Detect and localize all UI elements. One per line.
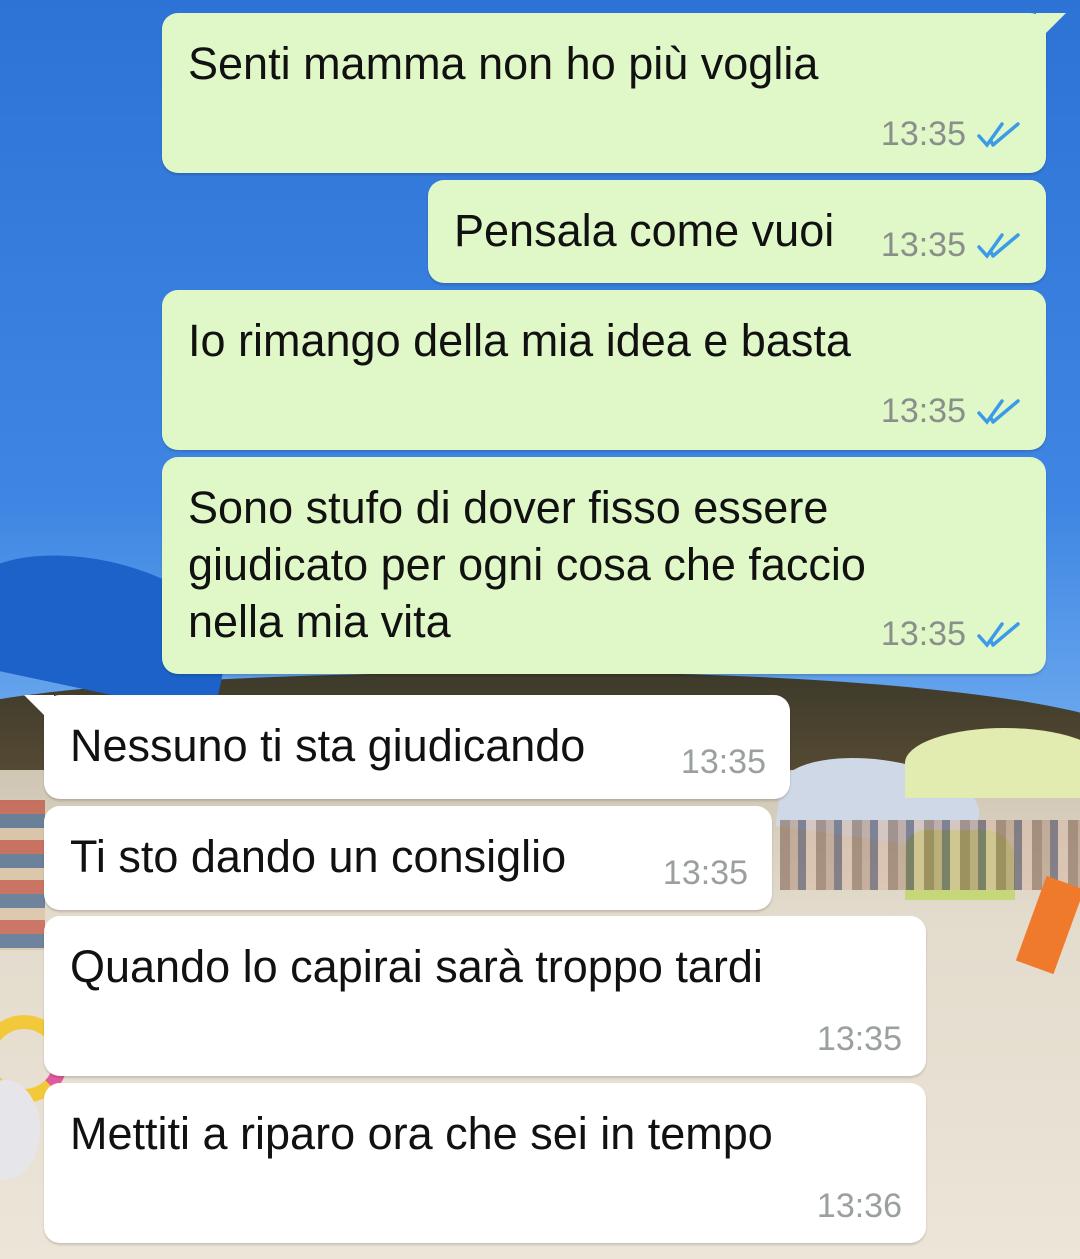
message-meta: 13:35 <box>881 115 1022 154</box>
message-time: 13:35 <box>880 226 966 264</box>
bubble-tail <box>24 695 54 725</box>
message-text: Ti sto dando un consiglio <box>70 831 567 882</box>
message-time: 13:36 <box>816 1187 902 1225</box>
message-text: Senti mamma non ho più voglia <box>188 38 819 89</box>
message-meta: 13:35 <box>881 226 1022 265</box>
message-meta: 13:36 <box>817 1187 902 1226</box>
message-time: 13:35 <box>662 854 748 892</box>
message-text: Quando lo capirai sarà troppo tardi <box>70 941 763 992</box>
wallpaper-crowd <box>780 820 1080 890</box>
read-ticks-icon <box>977 232 1020 259</box>
message-text: Mettiti a riparo ora che sei in tempo <box>70 1108 773 1159</box>
message-meta: 13:35 <box>663 854 748 893</box>
message-time: 13:35 <box>880 392 966 430</box>
read-ticks-icon <box>977 121 1020 148</box>
message-text: Io rimango della mia idea e basta <box>188 315 851 366</box>
message-time: 13:35 <box>680 743 766 781</box>
read-ticks-icon <box>977 398 1020 425</box>
message-outgoing[interactable]: Sono stufo di dover fisso essere giudica… <box>162 457 1046 674</box>
message-time: 13:35 <box>816 1020 902 1058</box>
wallpaper-umbrella <box>905 728 1080 798</box>
read-ticks-icon <box>977 621 1020 648</box>
wallpaper-crowd <box>0 800 45 950</box>
message-outgoing[interactable]: Senti mamma non ho più voglia 13:35 <box>162 13 1066 173</box>
message-outgoing[interactable]: Pensala come vuoi 13:35 <box>428 180 1046 283</box>
message-time: 13:35 <box>880 115 966 153</box>
message-text: Sono stufo di dover fisso essere giudica… <box>188 482 866 647</box>
message-text: Nessuno ti sta giudicando <box>70 720 586 771</box>
message-incoming[interactable]: Ti sto dando un consiglio 13:35 <box>44 806 772 910</box>
message-time: 13:35 <box>880 615 966 653</box>
bubble-tail <box>1036 13 1066 43</box>
message-meta: 13:35 <box>881 392 1022 431</box>
message-incoming[interactable]: Nessuno ti sta giudicando 13:35 <box>24 695 790 799</box>
message-incoming[interactable]: Mettiti a riparo ora che sei in tempo 13… <box>44 1083 926 1243</box>
message-text: Pensala come vuoi <box>454 205 835 256</box>
message-meta: 13:35 <box>817 1020 902 1059</box>
message-meta: 13:35 <box>681 743 766 782</box>
message-meta: 13:35 <box>881 615 1022 654</box>
message-outgoing[interactable]: Io rimango della mia idea e basta 13:35 <box>162 290 1046 450</box>
message-incoming[interactable]: Quando lo capirai sarà troppo tardi 13:3… <box>44 916 926 1076</box>
